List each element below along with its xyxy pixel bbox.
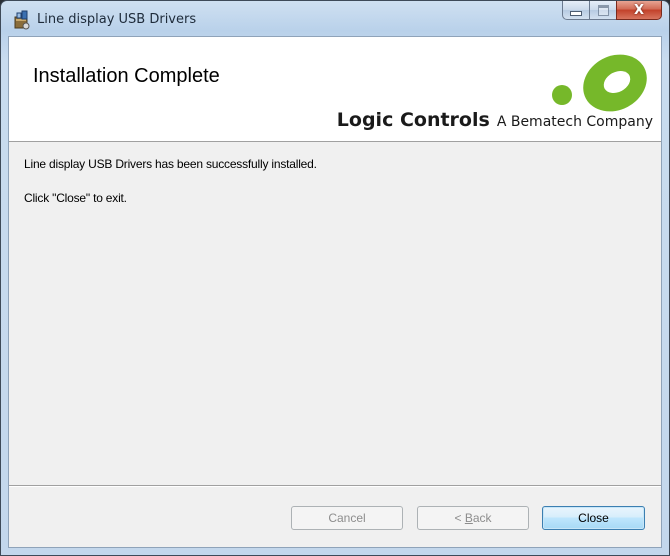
brand-line: Logic Controls A Bematech Company (337, 109, 653, 131)
window-title: Line display USB Drivers (37, 12, 197, 27)
installer-window: Line display USB Drivers X Installation … (0, 0, 670, 556)
back-button-mnemonic: B (464, 511, 473, 525)
button-separator (9, 485, 661, 487)
header-banner: Installation Complete Logic Controls A B… (9, 37, 661, 142)
logic-controls-logo (552, 54, 647, 112)
back-button: < Back (417, 506, 529, 530)
back-button-prefix: < (454, 511, 465, 525)
dialog-client-area: Installation Complete Logic Controls A B… (8, 36, 662, 548)
caption-buttons: X (562, 1, 662, 21)
close-window-button[interactable]: X (616, 1, 662, 20)
close-icon: X (633, 2, 645, 18)
message-area: Line display USB Drivers has been succes… (9, 141, 661, 471)
close-button[interactable]: Close (542, 506, 645, 530)
cancel-button-label: Cancel (328, 511, 366, 525)
minimize-button[interactable] (562, 1, 589, 20)
brand-tagline: A Bematech Company (496, 114, 653, 130)
minimize-icon (570, 10, 582, 16)
maximize-button (589, 1, 616, 20)
success-message: Line display USB Drivers has been succes… (24, 157, 317, 171)
maximize-icon (597, 4, 609, 16)
title-bar[interactable]: Line display USB Drivers X (1, 1, 669, 37)
brand-name: Logic Controls (336, 109, 490, 131)
instruction-message: Click "Close" to exit. (24, 191, 127, 205)
back-button-label: ack (472, 511, 492, 525)
page-title: Installation Complete (33, 65, 220, 87)
installer-icon (14, 10, 30, 30)
cancel-button: Cancel (291, 506, 403, 530)
close-button-label: Close (578, 511, 609, 525)
